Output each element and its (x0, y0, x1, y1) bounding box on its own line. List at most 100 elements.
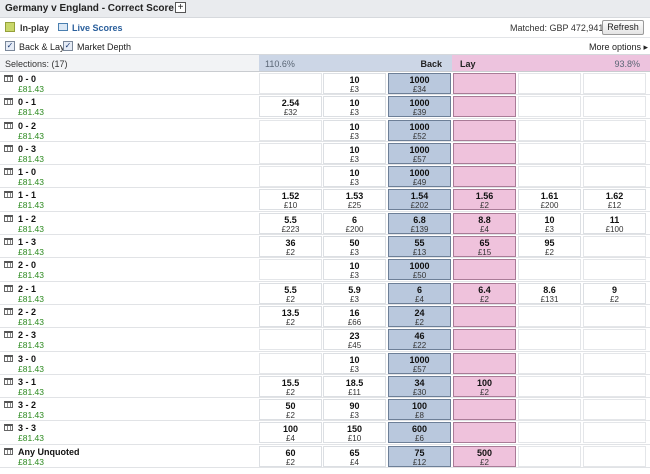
runner-name[interactable]: 1 - 3 (18, 237, 36, 247)
lay-price-3[interactable] (583, 305, 646, 327)
lay-price-3[interactable] (583, 142, 646, 164)
back-price-2[interactable]: 10 £3 (323, 142, 386, 164)
runner-chart-icon[interactable] (4, 144, 13, 152)
lay-price-2[interactable] (518, 422, 581, 444)
lay-price-2[interactable] (518, 166, 581, 188)
lay-price-2[interactable] (518, 73, 581, 94)
back-price-2[interactable]: 10 £3 (323, 352, 386, 374)
runner-name[interactable]: 2 - 2 (18, 307, 36, 317)
runner-chart-icon[interactable] (4, 191, 13, 199)
best-back-price[interactable]: 1.54 £202 (388, 189, 451, 211)
back-price-3[interactable] (259, 142, 322, 164)
back-price-3[interactable] (259, 166, 322, 188)
lay-price-3[interactable] (583, 119, 646, 141)
back-price-2[interactable]: 10 £3 (323, 96, 386, 118)
best-lay-price[interactable] (453, 142, 516, 164)
best-lay-price[interactable]: 500 £2 (453, 445, 516, 467)
lay-price-2[interactable] (518, 142, 581, 164)
lay-price-2[interactable] (518, 329, 581, 351)
best-back-price[interactable]: 100 £8 (388, 399, 451, 421)
back-price-3[interactable]: 100 £4 (259, 422, 322, 444)
best-lay-price[interactable]: 1.56 £2 (453, 189, 516, 211)
back-price-2[interactable]: 10 £3 (323, 73, 386, 94)
lay-price-3[interactable] (583, 166, 646, 188)
runner-chart-icon[interactable] (4, 284, 13, 292)
lay-price-2[interactable] (518, 96, 581, 118)
lay-price-2[interactable] (518, 399, 581, 421)
back-price-3[interactable] (259, 352, 322, 374)
lay-price-2[interactable] (518, 259, 581, 281)
back-price-3[interactable]: 50 £2 (259, 399, 322, 421)
runner-name[interactable]: 2 - 3 (18, 330, 36, 340)
best-back-price[interactable]: 6.8 £139 (388, 212, 451, 234)
best-lay-price[interactable] (453, 329, 516, 351)
back-price-3[interactable] (259, 73, 322, 94)
back-price-3[interactable]: 5.5 £2 (259, 282, 322, 304)
best-back-price[interactable]: 1000 £52 (388, 119, 451, 141)
runner-chart-icon[interactable] (4, 377, 13, 385)
best-back-price[interactable]: 1000 £49 (388, 166, 451, 188)
best-back-price[interactable]: 34 £30 (388, 375, 451, 397)
lay-price-3[interactable] (583, 445, 646, 467)
back-price-3[interactable]: 36 £2 (259, 236, 322, 258)
runner-chart-icon[interactable] (4, 75, 13, 82)
best-lay-price[interactable]: 65 £15 (453, 236, 516, 258)
runner-name[interactable]: 3 - 3 (18, 423, 36, 433)
best-back-price[interactable]: 1000 £34 (388, 73, 451, 94)
best-back-price[interactable]: 1000 £50 (388, 259, 451, 281)
back-price-3[interactable] (259, 329, 322, 351)
more-options-link[interactable]: More options ▸ (589, 42, 648, 53)
best-back-price[interactable]: 24 £2 (388, 305, 451, 327)
best-back-price[interactable]: 1000 £39 (388, 96, 451, 118)
runner-name[interactable]: 0 - 0 (18, 74, 36, 84)
best-lay-price[interactable] (453, 422, 516, 444)
runner-chart-icon[interactable] (4, 121, 13, 129)
lay-price-3[interactable] (583, 422, 646, 444)
runner-name[interactable]: 1 - 0 (18, 167, 36, 177)
back-price-2[interactable]: 1.53 £25 (323, 189, 386, 211)
back-price-2[interactable]: 10 £3 (323, 259, 386, 281)
lay-price-2[interactable] (518, 119, 581, 141)
best-lay-price[interactable] (453, 96, 516, 118)
runner-chart-icon[interactable] (4, 98, 13, 106)
runner-chart-icon[interactable] (4, 238, 13, 246)
runner-chart-icon[interactable] (4, 331, 13, 339)
runner-name[interactable]: 0 - 2 (18, 121, 36, 131)
back-price-2[interactable]: 65 £4 (323, 445, 386, 467)
refresh-button[interactable]: Refresh (602, 20, 644, 35)
live-scores-icon[interactable] (58, 23, 68, 31)
back-price-3[interactable]: 13.5 £2 (259, 305, 322, 327)
runner-name[interactable]: 0 - 3 (18, 144, 36, 154)
back-price-2[interactable]: 10 £3 (323, 119, 386, 141)
lay-price-3[interactable] (583, 236, 646, 258)
best-lay-price[interactable] (453, 352, 516, 374)
runner-name[interactable]: 1 - 1 (18, 190, 36, 200)
lay-price-2[interactable] (518, 352, 581, 374)
best-back-price[interactable]: 1000 £57 (388, 352, 451, 374)
runner-chart-icon[interactable] (4, 447, 13, 455)
best-back-price[interactable]: 6 £4 (388, 282, 451, 304)
runner-chart-icon[interactable] (4, 307, 13, 315)
runner-name[interactable]: 1 - 2 (18, 214, 36, 224)
lay-price-2[interactable] (518, 445, 581, 467)
best-back-price[interactable]: 55 £13 (388, 236, 451, 258)
best-lay-price[interactable] (453, 119, 516, 141)
lay-price-2[interactable] (518, 305, 581, 327)
runner-name[interactable]: Any Unquoted (18, 447, 80, 457)
runner-chart-icon[interactable] (4, 214, 13, 222)
back-price-2[interactable]: 90 £3 (323, 399, 386, 421)
runner-chart-icon[interactable] (4, 354, 13, 362)
back-price-2[interactable]: 16 £66 (323, 305, 386, 327)
best-back-price[interactable]: 1000 £57 (388, 142, 451, 164)
add-market-button[interactable]: + (175, 2, 186, 13)
runner-name[interactable]: 0 - 1 (18, 97, 36, 107)
back-price-2[interactable]: 6 £200 (323, 212, 386, 234)
live-scores-link[interactable]: Live Scores (72, 23, 123, 33)
best-lay-price[interactable] (453, 166, 516, 188)
best-lay-price[interactable] (453, 305, 516, 327)
lay-price-3[interactable]: 11 £100 (583, 212, 646, 234)
best-lay-price[interactable] (453, 73, 516, 94)
best-lay-price[interactable]: 100 £2 (453, 375, 516, 397)
market-depth-checkbox[interactable]: ✓ (63, 41, 73, 51)
lay-price-3[interactable] (583, 259, 646, 281)
